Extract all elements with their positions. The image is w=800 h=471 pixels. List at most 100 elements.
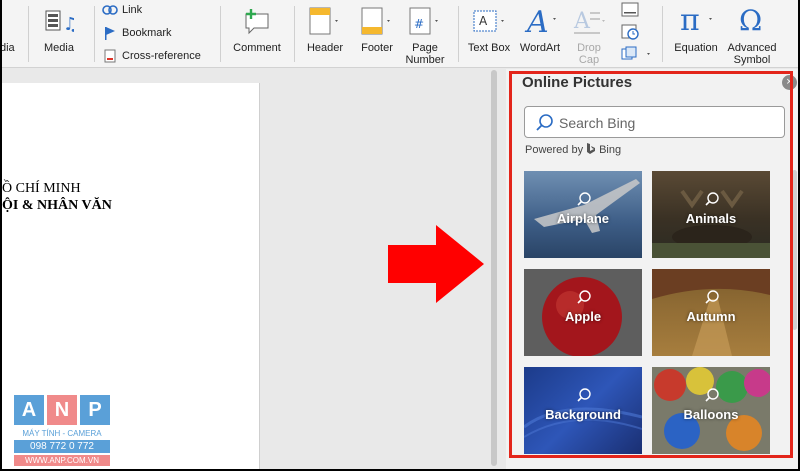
category-tile-balloons[interactable]: Balloons (652, 367, 770, 454)
wordart-label: WordArt (519, 42, 561, 54)
pane-scrollbar[interactable] (792, 170, 797, 330)
ribbon-separator (220, 6, 221, 62)
wordart-icon: A (524, 4, 558, 40)
cross-reference-label: Cross-reference (122, 50, 201, 62)
logo-phone: 098 772 0 772 (14, 440, 110, 453)
search-icon (577, 290, 591, 304)
media-button[interactable]: ♫ Media (34, 0, 84, 66)
category-tile-apple[interactable]: Apple (524, 269, 642, 356)
equation-button[interactable]: π Equation (670, 0, 722, 66)
drop-cap-icon: A (572, 6, 606, 36)
cross-reference-icon (102, 49, 118, 63)
svg-text:π: π (680, 3, 700, 36)
cross-reference-button[interactable]: Cross-reference (102, 48, 201, 64)
date-time-button[interactable] (620, 24, 650, 40)
media-label: Media (44, 42, 74, 54)
logo-letter: N (47, 395, 77, 425)
advanced-symbol-button[interactable]: Ω Advanced Symbol (724, 0, 780, 66)
comment-icon (242, 8, 272, 36)
category-tile-animals[interactable]: Animals (652, 171, 770, 258)
search-icon (705, 388, 719, 402)
category-label: Background (545, 407, 621, 422)
link-label: Link (122, 4, 143, 16)
category-tile-background[interactable]: Background (524, 367, 642, 454)
close-icon[interactable]: × (782, 75, 797, 90)
pane-title: Online Pictures (522, 74, 633, 91)
search-icon (577, 192, 591, 206)
document-scrollbar[interactable] (491, 70, 497, 466)
svg-text:A: A (479, 14, 488, 28)
ribbon-separator (94, 6, 95, 62)
category-label: Airplane (556, 211, 609, 226)
ribbon-partial-button[interactable]: dia (2, 0, 16, 66)
media-icon: ♫ (44, 8, 79, 35)
link-button[interactable]: Link (102, 2, 142, 18)
equation-label: Equation (674, 42, 718, 54)
advanced-symbol-label-line2: Symbol (733, 54, 771, 66)
search-icon (705, 290, 719, 304)
footer-icon (360, 6, 392, 36)
document-page[interactable]: Ồ CHÍ MINH ỘI & NHÂN VĂN A N P MÁY TÍNH … (2, 83, 260, 469)
bookmark-button[interactable]: Bookmark (102, 25, 172, 41)
category-tile-airplane[interactable]: Airplane (524, 171, 642, 258)
page-number-button[interactable]: # Page Number (402, 0, 448, 66)
svg-text:Ω: Ω (739, 4, 762, 36)
ribbon-partial-label: dia (2, 42, 15, 54)
header-icon (308, 6, 340, 36)
category-label: Autumn (686, 309, 736, 324)
signature-line-button[interactable] (620, 2, 650, 18)
search-input[interactable] (559, 112, 779, 134)
wordart-button[interactable]: A WordArt (516, 0, 564, 66)
drop-cap-label-line1: Drop (577, 42, 601, 54)
signature-line-icon (621, 2, 639, 17)
text-box-label: Text Box (467, 42, 511, 54)
page-number-label-line1: Page (412, 42, 438, 54)
text-box-button[interactable]: A Text Box (464, 0, 514, 66)
category-tile-autumn[interactable]: Autumn (652, 269, 770, 356)
category-label: Animals (685, 211, 737, 226)
footer-label: Footer (361, 42, 393, 54)
ribbon-separator (294, 6, 295, 62)
comment-label: Comment (233, 42, 281, 54)
link-icon (102, 3, 118, 17)
search-icon (705, 192, 719, 206)
drop-cap-button: A Drop Cap (564, 0, 614, 66)
search-box[interactable] (524, 106, 785, 138)
bookmark-icon (102, 26, 118, 41)
page-number-label-line2: Number (405, 54, 445, 66)
logo-tagline: MÁY TÍNH - CAMERA (22, 429, 102, 438)
anp-logo: A N P MÁY TÍNH - CAMERA 098 772 0 772 WW… (14, 395, 110, 469)
category-label: Balloons (683, 407, 739, 422)
svg-text:♫: ♫ (63, 14, 74, 34)
bookmark-label: Bookmark (122, 27, 172, 39)
document-text-line: Ồ CHÍ MINH (2, 181, 81, 196)
ribbon-separator (28, 6, 29, 62)
svg-text:A: A (573, 9, 591, 34)
object-icon (621, 46, 650, 60)
drop-cap-label-line2: Cap (578, 54, 600, 66)
svg-text:#: # (414, 17, 424, 31)
svg-text:A: A (524, 5, 549, 36)
logo-website: WWW.ANP.COM.VN (14, 455, 110, 466)
ribbon-separator (662, 6, 663, 62)
date-time-icon (621, 24, 639, 40)
pi-icon: π (676, 2, 716, 38)
logo-letter: A (14, 395, 44, 425)
header-button[interactable]: Header (300, 0, 350, 66)
bing-logo: Bing (586, 143, 621, 156)
page-number-icon: # (408, 6, 440, 36)
footer-button[interactable]: Footer (352, 0, 402, 66)
logo-letter: P (80, 395, 110, 425)
document-text-line: ỘI & NHÂN VĂN (2, 198, 112, 213)
bing-label: Bing (599, 144, 622, 156)
document-canvas[interactable]: Ồ CHÍ MINH ỘI & NHÂN VĂN A N P MÁY TÍNH … (2, 69, 488, 469)
powered-by-label: Powered by (525, 144, 584, 156)
bing-icon (587, 143, 595, 154)
category-label: Apple (564, 309, 602, 324)
red-arrow-icon (388, 225, 484, 303)
app-window: dia ♫ Media Link Bookmark Cross-referenc… (2, 0, 798, 469)
comment-button[interactable]: Comment (230, 0, 284, 66)
object-button[interactable] (620, 46, 656, 62)
header-label: Header (306, 42, 344, 54)
advanced-symbol-label-line1: Advanced (727, 42, 777, 54)
